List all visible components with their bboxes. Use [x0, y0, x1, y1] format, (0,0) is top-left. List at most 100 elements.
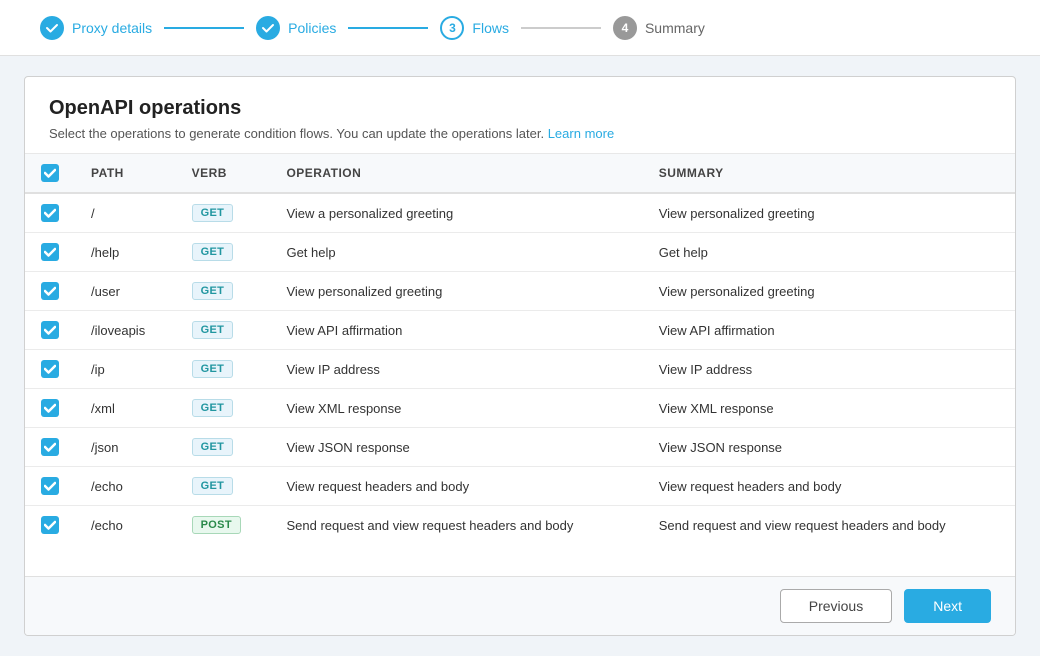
card-header: OpenAPI operations Select the operations… [25, 77, 1015, 154]
wizard-step-proxy-details[interactable]: Proxy details [40, 16, 152, 40]
row-verb-2: GET [176, 272, 271, 311]
table-row: /json GET View JSON responseView JSON resp… [25, 428, 1015, 467]
verb-badge-0: GET [192, 204, 234, 222]
row-verb-1: GET [176, 233, 271, 272]
row-summary-1: Get help [643, 233, 1015, 272]
step-label-policies: Policies [288, 20, 336, 36]
row-path-1: /help [75, 233, 176, 272]
table-row: /user GET View personalized greetingView p… [25, 272, 1015, 311]
wizard-header: Proxy details Policies 3 Flows 4 Summary [0, 0, 1040, 56]
row-verb-3: GET [176, 311, 271, 350]
wizard-step-summary[interactable]: 4 Summary [613, 16, 705, 40]
row-operation-3: View API affirmation [270, 311, 642, 350]
card-description-text: Select the operations to generate condit… [49, 126, 544, 141]
row-check-5 [25, 389, 75, 428]
card-description: Select the operations to generate condit… [49, 126, 991, 141]
row-verb-7: GET [176, 467, 271, 506]
step-label-proxy-details: Proxy details [72, 20, 152, 36]
row-path-3: /iloveapis [75, 311, 176, 350]
verb-badge-8: POST [192, 516, 241, 534]
row-check-7 [25, 467, 75, 506]
row-checkbox-4[interactable] [41, 360, 59, 378]
next-button[interactable]: Next [904, 589, 991, 623]
connector-3 [521, 27, 601, 29]
step-circle-proxy-details [40, 16, 64, 40]
row-summary-8: Send request and view request headers an… [643, 506, 1015, 545]
row-summary-4: View IP address [643, 350, 1015, 389]
row-check-6 [25, 428, 75, 467]
row-summary-6: View JSON response [643, 428, 1015, 467]
main-content: OpenAPI operations Select the operations… [0, 56, 1040, 656]
row-checkbox-7[interactable] [41, 477, 59, 495]
step-label-summary: Summary [645, 20, 705, 36]
row-verb-6: GET [176, 428, 271, 467]
verb-badge-6: GET [192, 438, 234, 456]
verb-badge-1: GET [192, 243, 234, 261]
card-footer: Previous Next [25, 576, 1015, 635]
row-path-7: /echo [75, 467, 176, 506]
row-checkbox-6[interactable] [41, 438, 59, 456]
operations-card: OpenAPI operations Select the operations… [24, 76, 1016, 636]
row-path-8: /echo [75, 506, 176, 545]
table-row: /ipGETView IP addressView IP address [25, 350, 1015, 389]
row-operation-7: View request headers and body [270, 467, 642, 506]
connector-1 [164, 27, 244, 29]
verb-badge-7: GET [192, 477, 234, 495]
row-path-6: /json [75, 428, 176, 467]
row-operation-5: View XML response [270, 389, 642, 428]
row-summary-2: View personalized greeting [643, 272, 1015, 311]
step-label-flows: Flows [472, 20, 509, 36]
verb-badge-5: GET [192, 399, 234, 417]
table-header: PATH VERB OPERATION SUMMARY [25, 154, 1015, 193]
row-check-3 [25, 311, 75, 350]
row-path-0: / [75, 193, 176, 233]
table-header-row: PATH VERB OPERATION SUMMARY [25, 154, 1015, 193]
table-row: /helpGETGet helpGet help [25, 233, 1015, 272]
step-circle-policies [256, 16, 280, 40]
row-checkbox-1[interactable] [41, 243, 59, 261]
col-header-verb: VERB [176, 154, 271, 193]
row-summary-0: View personalized greeting [643, 193, 1015, 233]
row-verb-8: POST [176, 506, 271, 545]
row-operation-2: View personalized greeting [270, 272, 642, 311]
row-check-2 [25, 272, 75, 311]
wizard-step-flows[interactable]: 3 Flows [440, 16, 509, 40]
row-summary-5: View XML response [643, 389, 1015, 428]
col-header-check [25, 154, 75, 193]
learn-more-link[interactable]: Learn more [548, 126, 614, 141]
row-operation-4: View IP address [270, 350, 642, 389]
step-circle-summary: 4 [613, 16, 637, 40]
previous-button[interactable]: Previous [780, 589, 892, 623]
row-checkbox-3[interactable] [41, 321, 59, 339]
verb-badge-3: GET [192, 321, 234, 339]
row-checkbox-8[interactable] [41, 516, 59, 534]
row-check-1 [25, 233, 75, 272]
operations-table: PATH VERB OPERATION SUMMARY /GETView a p… [25, 154, 1015, 544]
row-path-5: /xml [75, 389, 176, 428]
table-row: /echo GET View request headers and bodyVie… [25, 467, 1015, 506]
table-row: /xml GET View XML responseView XML respons… [25, 389, 1015, 428]
select-all-checkbox[interactable] [41, 164, 59, 182]
row-path-2: /user [75, 272, 176, 311]
row-verb-4: GET [176, 350, 271, 389]
row-summary-3: View API affirmation [643, 311, 1015, 350]
row-check-4 [25, 350, 75, 389]
table-row: /GETView a personalized greetingView per… [25, 193, 1015, 233]
row-operation-6: View JSON response [270, 428, 642, 467]
table-row: /iloveapis GET View API affirmationView AP… [25, 311, 1015, 350]
row-verb-5: GET [176, 389, 271, 428]
wizard-step-policies[interactable]: Policies [256, 16, 336, 40]
row-checkbox-5[interactable] [41, 399, 59, 417]
row-summary-7: View request headers and body [643, 467, 1015, 506]
table-row: /echo POST Send request and view request h… [25, 506, 1015, 545]
row-check-0 [25, 193, 75, 233]
row-path-4: /ip [75, 350, 176, 389]
operations-table-container: PATH VERB OPERATION SUMMARY /GETView a p… [25, 154, 1015, 576]
row-checkbox-2[interactable] [41, 282, 59, 300]
col-header-summary: SUMMARY [643, 154, 1015, 193]
col-header-path: PATH [75, 154, 176, 193]
verb-badge-2: GET [192, 282, 234, 300]
row-check-8 [25, 506, 75, 545]
col-header-operation: OPERATION [270, 154, 642, 193]
row-checkbox-0[interactable] [41, 204, 59, 222]
